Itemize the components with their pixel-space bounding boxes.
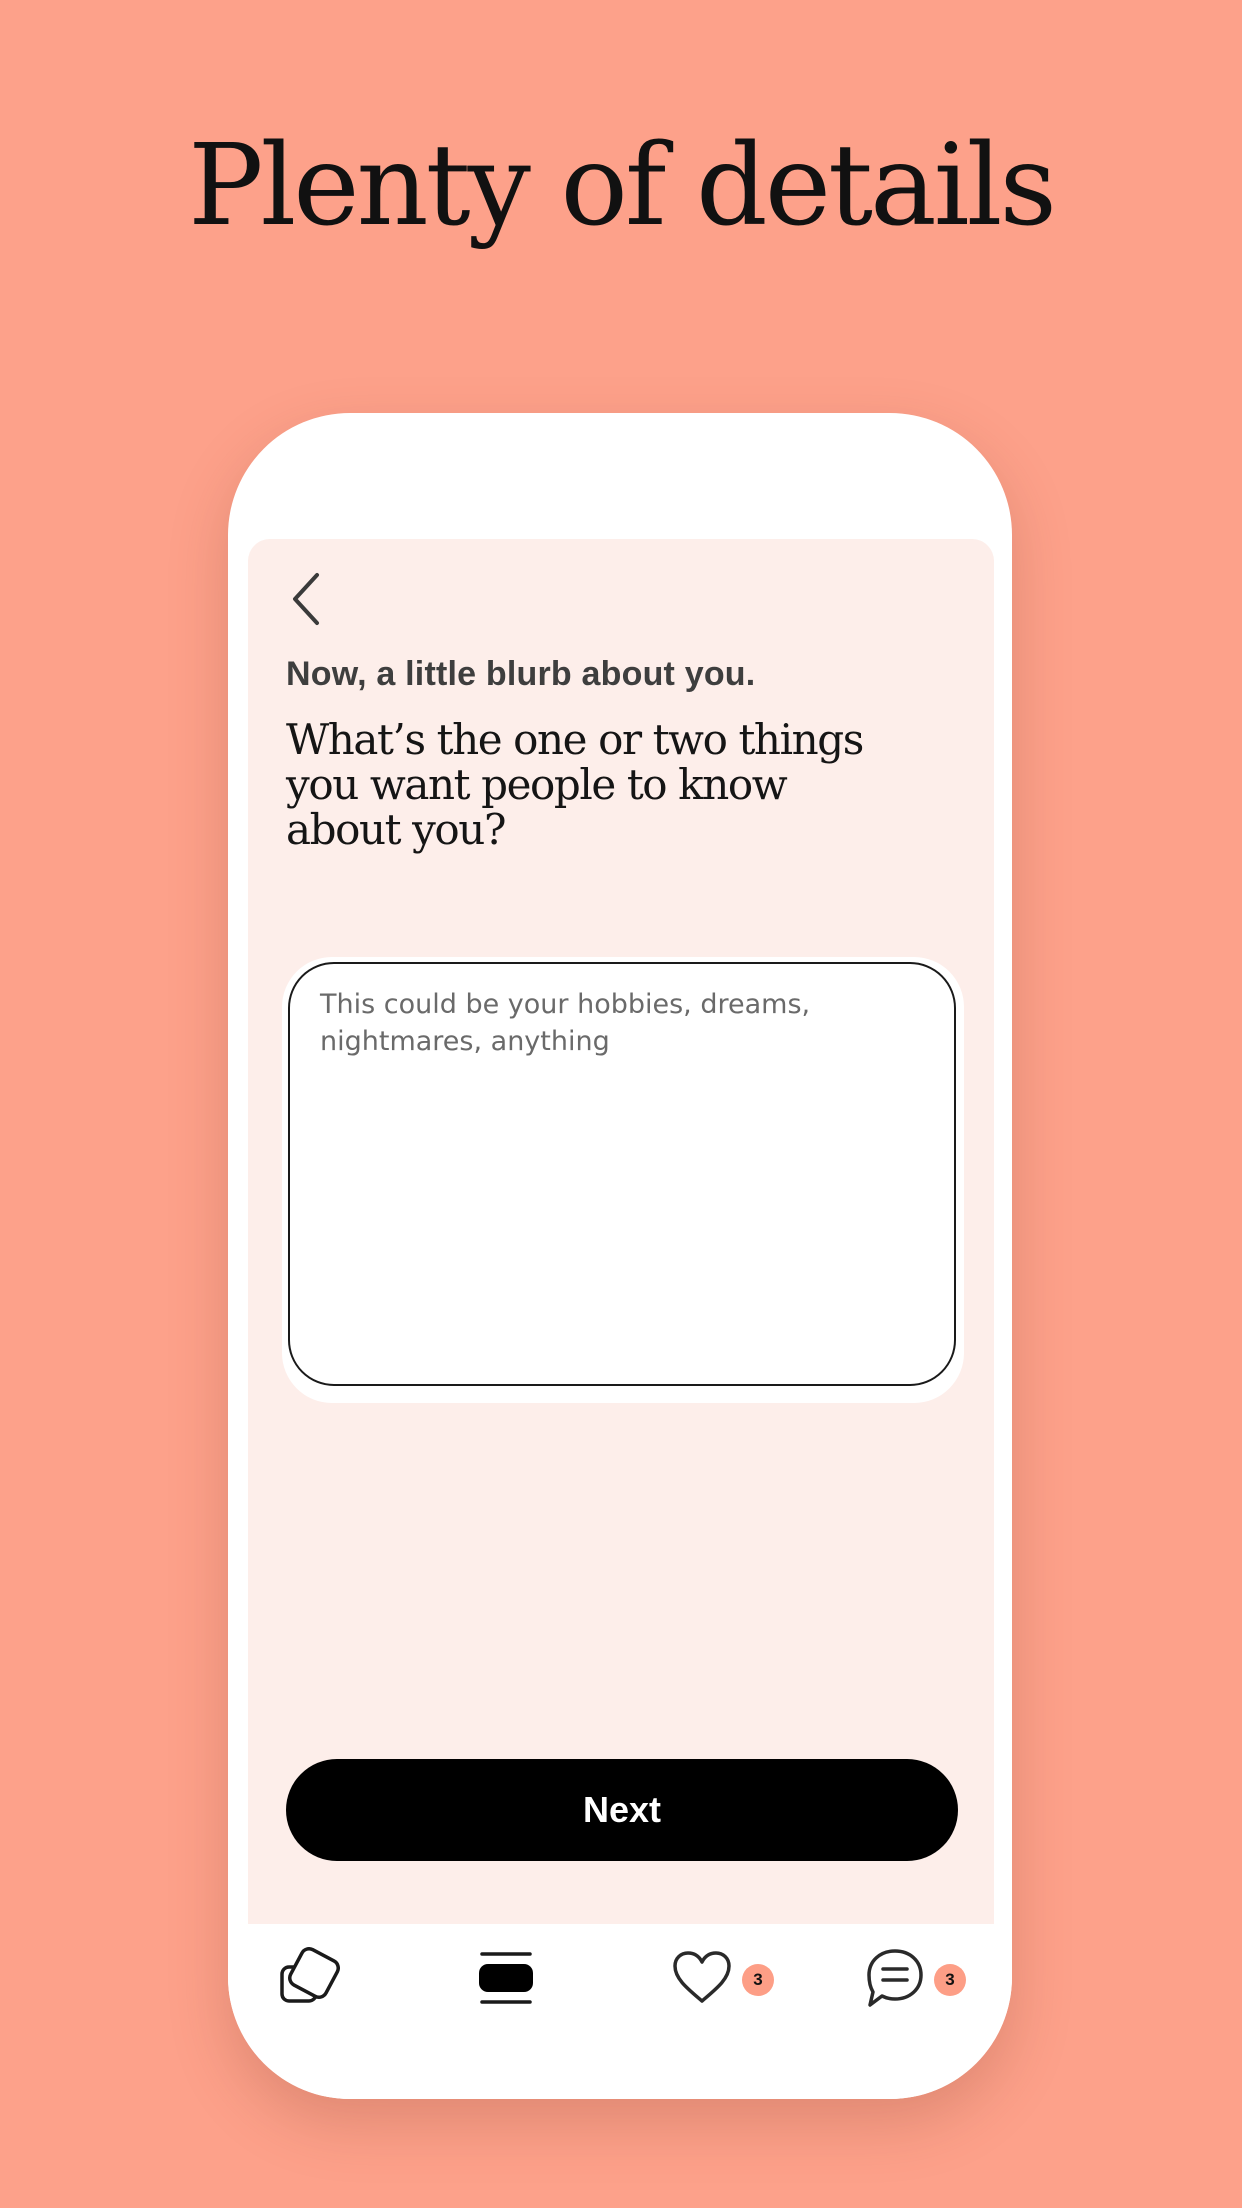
- chat-bubble-icon: [867, 1949, 923, 2007]
- profile-prompt-screen: Now, a little blurb about you. What’s th…: [248, 539, 994, 1924]
- prompt-question: What’s the one or two things you want pe…: [286, 715, 864, 854]
- prompt-eyebrow: Now, a little blurb about you.: [286, 655, 756, 693]
- chevron-left-icon: [293, 573, 319, 625]
- blurb-input[interactable]: [288, 962, 956, 1386]
- bottom-tab-bar: 3 3: [228, 1924, 1012, 2099]
- likes-count-badge: 3: [742, 1964, 774, 1996]
- tab-likes-you[interactable]: 3: [670, 1938, 774, 2018]
- page-headline: Plenty of details: [188, 121, 1057, 251]
- phone-frame: Now, a little blurb about you. What’s th…: [228, 413, 1012, 2099]
- blurb-input-container: [282, 957, 964, 1403]
- tab-standouts[interactable]: [474, 1938, 538, 2018]
- standouts-icon: [479, 1952, 533, 2004]
- next-button[interactable]: Next: [286, 1759, 958, 1861]
- tab-matches[interactable]: 3: [864, 1938, 966, 2018]
- discover-cards-icon: [280, 1947, 340, 2003]
- matches-count-badge: 3: [934, 1964, 966, 1996]
- back-button[interactable]: [284, 569, 328, 629]
- heart-icon: [673, 1951, 731, 2003]
- tab-discover[interactable]: [274, 1938, 340, 2018]
